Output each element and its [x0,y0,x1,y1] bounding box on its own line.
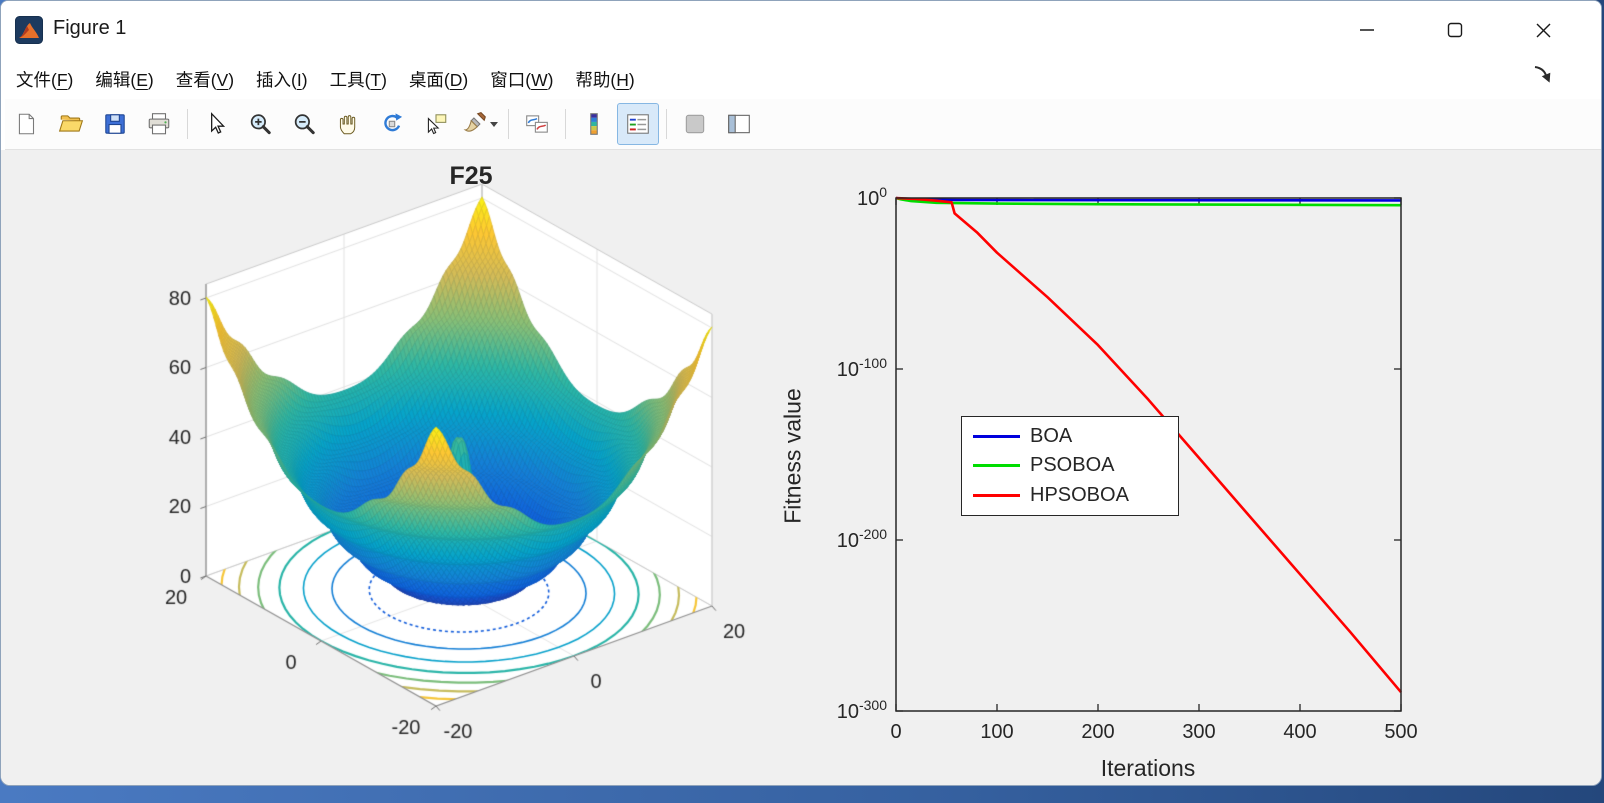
toolbar-button-data-cursor[interactable] [415,103,457,145]
legend-label: BOA [1030,425,1073,448]
menu-item-T[interactable]: 工具(T) [319,61,398,98]
x-tick-label: 200 [1081,721,1114,743]
legend-item-PSOBOA[interactable]: PSOBOA [962,454,1178,477]
x-tick-label: 100 [980,721,1013,743]
new-figure-icon [18,113,35,135]
plot-tools-show-icon [728,114,750,134]
toolbar [5,99,1601,150]
toolbar-button-rotate-3d[interactable] [371,103,413,145]
legend[interactable]: BOA PSOBOA HPSOBOA [961,416,1179,516]
figure-area: F25 010020030040050010010-10010-20010-30… [1,150,1601,785]
x-axis-label: Iterations [1100,755,1196,781]
convergence-plot[interactable]: 0 100 200 300 400 500 100 10-100 10-200 10-300 Fi… [779,161,1601,785]
maximize-icon [1447,22,1463,38]
toolbar-button-insert-legend[interactable] [617,103,659,145]
legend-line-sample [973,493,1020,497]
save-figure-icon [105,114,125,134]
toolbar-button-zoom-in[interactable] [239,103,281,145]
menu-item-V[interactable]: 查看(V) [165,61,245,98]
toolbar-button-insert-colorbar[interactable] [573,103,615,145]
brush-data-icon [463,112,486,132]
toolbar-button-plot-tools-show[interactable] [718,103,760,145]
y-tick-label: 10-200 [837,526,887,552]
toolbar-button-print-figure[interactable] [138,103,180,145]
title-bar[interactable]: Figure 1 [1,1,1601,59]
toolbar-button-edit-cursor[interactable] [195,103,237,145]
legend-label: HPSOBOA [1030,483,1129,506]
convergence-plot-svg: 0 100 200 300 400 500 100 10-100 10-200 10-300 [837,184,1418,743]
x-tick-label: 0 [890,721,901,743]
insert-colorbar-icon [590,113,598,135]
legend-label: PSOBOA [1030,454,1115,477]
menu-item-H[interactable]: 帮助(H) [564,61,645,98]
y-axis-label: Fitness value [779,388,806,524]
toolbar-separator [508,109,509,139]
legend-item-BOA[interactable]: BOA [962,425,1178,448]
menu-item-F[interactable]: 文件(F) [5,61,84,98]
x-tick-label: 300 [1182,721,1215,743]
close-icon [1536,23,1550,37]
brush-dropdown-arrow-icon[interactable] [490,121,498,127]
window-title: Figure 1 [53,17,127,39]
x-tick-label: 500 [1384,721,1417,743]
legend-line-sample [973,435,1020,439]
pan-icon [339,115,356,135]
insert-legend-icon [627,114,649,134]
toolbar-separator [565,109,566,139]
link-plot-icon [526,115,548,133]
toolbar-separator [187,109,188,139]
legend-item-HPSOBOA[interactable]: HPSOBOA [962,484,1178,507]
rotate-3d-icon [384,113,403,132]
x-tick-label: 400 [1283,721,1316,743]
window-controls [1323,1,1587,59]
toolbar-separator [666,109,667,139]
figure-window: Figure 1 文件(F) 编辑(E) 查看(V) 插入(I) 工具(T) 桌面(D) 窗… [0,0,1602,786]
print-figure-icon [148,113,170,135]
dock-figure-icon[interactable] [1531,63,1557,89]
toolbar-button-brush-data[interactable] [459,103,501,145]
menu-item-E[interactable]: 编辑(E) [84,61,164,98]
toolbar-button-zoom-out[interactable] [283,103,325,145]
menu-bar: 文件(F) 编辑(E) 查看(V) 插入(I) 工具(T) 桌面(D) 窗口(W) 帮助(H) [5,59,1531,99]
y-tick-label: 10-100 [837,355,887,381]
menu-item-I[interactable]: 插入(I) [245,61,319,98]
y-tick-label: 10-300 [837,697,887,723]
menu-item-D[interactable]: 桌面(D) [398,61,479,98]
toolbar-button-plot-tools-hide[interactable] [674,103,716,145]
plot-tools-hide-icon [685,114,705,134]
surface-plot-canvas[interactable] [151,156,791,781]
edit-cursor-icon [211,112,226,134]
legend-line-sample [973,464,1020,468]
close-button[interactable] [1499,1,1587,59]
minimize-button[interactable] [1323,1,1411,59]
toolbar-button-open-file[interactable] [50,103,92,145]
open-file-icon [58,115,84,132]
toolbar-button-link-plot[interactable] [516,103,558,145]
y-tick-label: 100 [857,184,887,210]
zoom-in-icon [250,114,271,135]
maximize-button[interactable] [1411,1,1499,59]
matlab-icon [15,16,43,44]
zoom-out-icon [294,114,315,135]
menu-item-W[interactable]: 窗口(W) [479,61,564,98]
toolbar-button-new-figure[interactable] [6,103,48,145]
toolbar-button-pan[interactable] [327,103,369,145]
data-cursor-icon [427,114,447,135]
toolbar-button-save-figure[interactable] [94,103,136,145]
minimize-icon [1360,29,1374,31]
